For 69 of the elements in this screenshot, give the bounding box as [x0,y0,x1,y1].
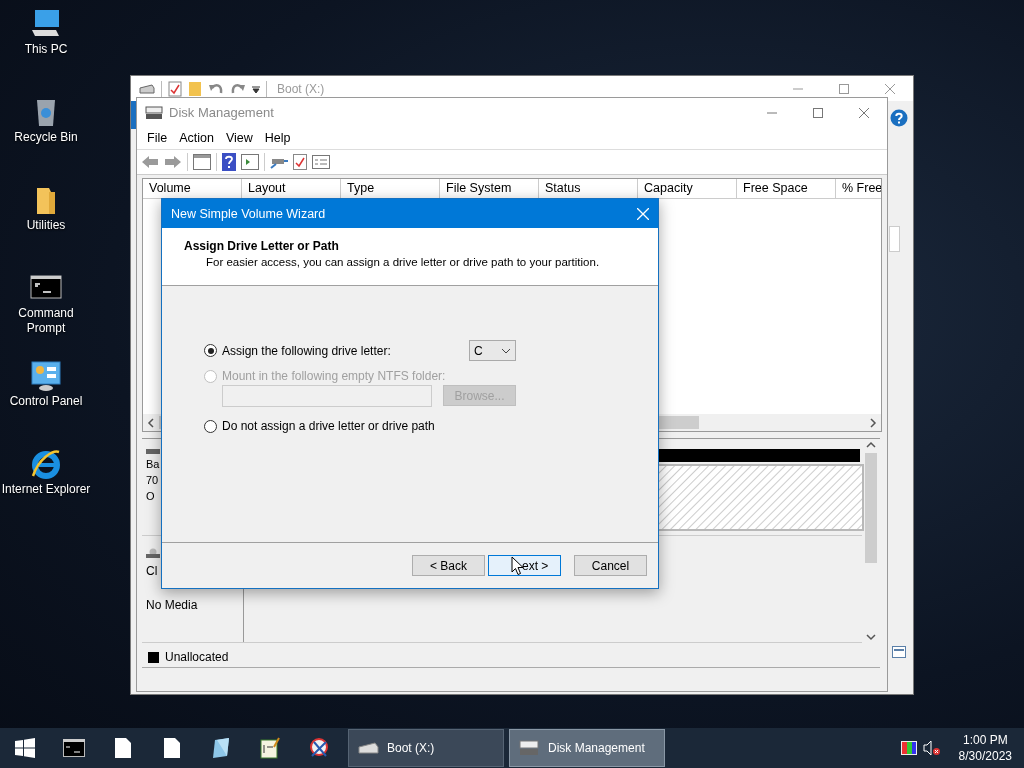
disk-info-text: 70 [146,473,160,487]
browser-icon [29,448,63,480]
mouse-cursor-icon [511,556,524,576]
color-icon[interactable] [900,741,917,755]
back-arrow-icon[interactable] [141,155,159,169]
close-icon[interactable] [859,107,869,118]
action-pane-icon[interactable] [241,154,259,170]
control-panel-icon [29,360,63,392]
menu-item[interactable]: View [219,131,259,145]
unallocated-swatch [148,651,159,663]
dialog-button[interactable]: Cancel [574,555,647,576]
clock-date[interactable]: 8/30/2023 [958,748,1012,764]
scroll-down-icon[interactable] [866,633,876,641]
scroll-right-icon[interactable] [869,417,877,428]
disk-info-text: No Media [146,598,199,612]
chevron-down-icon [501,347,511,354]
desktop-icon-label[interactable]: This PC [0,42,92,57]
taskbar-window-button[interactable]: Boot (X:) [348,729,504,767]
close-icon[interactable] [885,83,895,94]
desktop-icon-label[interactable]: Control Panel [0,394,92,409]
console-tree-icon[interactable] [193,154,211,170]
drive-icon [139,82,155,95]
dropdown-icon[interactable] [252,83,260,94]
scroll-up-icon[interactable] [866,441,876,449]
page-description: For easier access, you can assign a drive letter or drive path to your partition. [205,256,601,268]
undo-icon[interactable] [208,81,224,96]
windows-logo-icon[interactable] [14,738,35,758]
menu-item[interactable]: Action [173,131,220,145]
disk-management-icon [145,104,163,121]
option-label[interactable]: Assign the following drive letter: [222,343,391,358]
scrollbar-thumb[interactable] [865,453,877,563]
checklist-icon[interactable] [293,154,307,170]
radio-button[interactable] [204,344,217,357]
page-heading: Assign Drive Letter or Path [184,239,340,253]
forward-arrow-icon[interactable] [164,155,182,169]
disk-info-text: O [146,489,156,503]
taskbar-window-button[interactable]: Disk Management [509,729,665,767]
dialog-title: New Simple Volume Wizard [171,206,326,221]
help-icon[interactable] [890,109,908,127]
cd-drive-icon [146,548,160,558]
speaker-muted-icon[interactable] [922,740,941,756]
list-view-icon[interactable] [312,155,330,169]
window-title: Disk Management [169,105,274,120]
maximize-icon[interactable] [839,83,849,94]
redo-icon[interactable] [230,81,246,96]
help-icon[interactable] [222,153,236,171]
radio-button[interactable] [204,419,217,433]
desktop-icon-label[interactable]: Utilities [0,218,92,233]
details-view-icon[interactable] [892,646,906,658]
desktop-icon-label[interactable]: Recycle Bin [0,130,92,145]
disk-info-text: Cl [146,564,159,578]
drive-icon [357,741,379,755]
drive-letter-dropdown[interactable]: C [469,340,516,361]
scroll-left-icon[interactable] [147,417,155,428]
menu-item[interactable]: Help [258,131,297,145]
disk-info-text: Ba [146,457,161,471]
clock-time[interactable]: 1:00 PM [962,732,1008,748]
dialog-button[interactable]: ext > [488,555,561,576]
menu-item[interactable]: File [141,131,174,145]
maximize-icon[interactable] [813,107,823,118]
properties-icon[interactable] [168,80,182,97]
column-header[interactable]: % Free [836,179,881,198]
column-header[interactable]: Free Space [737,179,836,198]
desktop-icon-label[interactable]: Internet Explorer [0,482,92,497]
dialog-button[interactable]: < Back [412,555,485,576]
legend-label: Unallocated [165,650,229,664]
window-title: Boot (X:) [277,81,325,96]
desktop-icon-label[interactable]: Command Prompt [0,306,92,336]
disk-management-icon [518,739,540,757]
